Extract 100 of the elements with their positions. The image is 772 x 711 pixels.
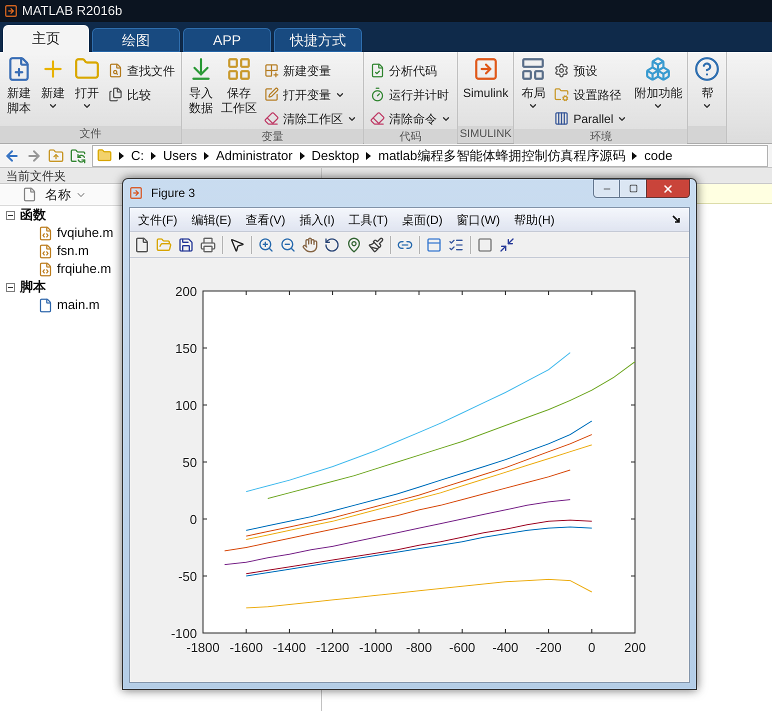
tick-label: -800	[406, 640, 432, 655]
help-icon	[694, 56, 720, 82]
ribbon-tab[interactable]: 主页	[3, 25, 89, 52]
tick-label: -1400	[272, 640, 306, 655]
rotate-icon	[324, 236, 340, 252]
tick-label: 50	[182, 455, 197, 470]
tick-label: 100	[175, 398, 197, 413]
toolstrip-button[interactable]: 设置路径	[550, 84, 632, 105]
section-label: 变量	[262, 130, 284, 145]
path-segment[interactable]: Administrator	[216, 146, 293, 166]
menu-item[interactable]: 查看(V)	[245, 210, 286, 228]
group-label: 脚本	[20, 278, 46, 296]
path-segment[interactable]: matlab编程多智能体蜂拥控制仿真程序源码	[378, 146, 626, 166]
file-item[interactable]: main.m	[38, 296, 100, 314]
collapse-icon[interactable]	[6, 210, 15, 220]
find-file-icon	[108, 63, 123, 78]
ribbon-tab[interactable]: APP	[183, 28, 271, 52]
toolstrip-button[interactable]: 帮	[690, 56, 724, 111]
data-cursor-icon	[346, 236, 362, 252]
path-segment[interactable]: code	[644, 146, 672, 166]
eraser-icon	[370, 111, 385, 126]
toolstrip-button[interactable]: 查找文件	[104, 60, 179, 81]
panel-title: 当前文件夹	[6, 168, 66, 184]
matlab-logo-icon	[4, 4, 18, 18]
file-item[interactable]: fsn.m	[38, 242, 89, 260]
tick-label: -1800	[186, 640, 220, 655]
toolstrip-button[interactable]: 导入 数据	[184, 56, 218, 116]
toolbar-button[interactable]	[499, 236, 515, 252]
menu-item[interactable]: 工具(T)	[348, 210, 388, 228]
file-item[interactable]: fvqiuhe.m	[38, 224, 114, 242]
dock-arrow-icon[interactable]	[672, 215, 681, 224]
file-item[interactable]: frqiuhe.m	[38, 260, 112, 278]
toolstrip-button[interactable]: Parallel	[550, 108, 632, 129]
path-segment[interactable]: Desktop	[312, 146, 360, 166]
tick-label: -1600	[230, 640, 263, 655]
tick-label: -200	[536, 640, 562, 655]
breadcrumb-arrow-icon	[366, 152, 372, 160]
tick-label: 150	[175, 341, 197, 356]
menu-item[interactable]: 文件(F)	[138, 210, 178, 228]
toolstrip-button[interactable]: Simulink	[460, 56, 512, 101]
toolstrip-button[interactable]: 打开变量	[260, 84, 361, 105]
legend-icon	[448, 236, 464, 252]
toolstrip-button[interactable]: 附加功能	[631, 56, 686, 111]
toolstrip-button[interactable]: 清除命令	[366, 108, 455, 129]
open-folder-icon	[156, 236, 172, 252]
path-segment[interactable]: Users	[163, 146, 197, 166]
function-file-icon	[38, 262, 53, 276]
eraser-icon	[264, 111, 279, 126]
toolstrip-button[interactable]: 新建 脚本	[2, 56, 36, 116]
toolstrip-button[interactable]: 新建	[36, 56, 70, 111]
toolstrip-button[interactable]: 比较	[104, 84, 179, 105]
matlab-logo-icon	[129, 186, 143, 200]
back-icon[interactable]	[4, 148, 20, 164]
window-title: Figure 3	[151, 185, 196, 202]
menu-item[interactable]: 插入(I)	[299, 210, 335, 228]
menu-item[interactable]: 桌面(D)	[402, 210, 443, 228]
path-segment[interactable]: C:	[131, 146, 144, 166]
tick-label: 0	[588, 640, 596, 655]
section-label: SIMULINK	[460, 127, 512, 142]
toolbar-button[interactable]	[134, 236, 150, 252]
maximize-icon	[628, 184, 638, 193]
toolstrip-button[interactable]: 保存 工作区	[218, 56, 260, 116]
maximize-button[interactable]	[620, 179, 646, 198]
tick-label: 0	[190, 512, 197, 527]
collapse-icon[interactable]	[6, 282, 15, 292]
column-header[interactable]: 名称	[45, 184, 87, 204]
toolstrip-button[interactable]: 分析代码	[366, 60, 455, 81]
analyze-icon	[370, 63, 385, 78]
grid-save-icon	[226, 56, 252, 82]
toolstrip-button[interactable]: 布局	[516, 56, 550, 111]
tick-label: -400	[492, 640, 518, 655]
folder-icon	[74, 56, 100, 82]
ribbon-tab[interactable]: 快捷方式	[274, 28, 362, 52]
menu-item[interactable]: 编辑(E)	[191, 210, 232, 228]
tick-label: -1200	[316, 640, 350, 655]
brush-icon	[368, 236, 384, 252]
toolstrip-button[interactable]: 打开	[70, 56, 104, 111]
close-icon	[662, 182, 674, 194]
toolstrip-button[interactable]: 预设	[550, 60, 632, 81]
zoom-in-icon	[258, 236, 274, 252]
section-label: 代码	[400, 130, 422, 145]
forward-icon[interactable]	[26, 148, 42, 164]
tick-label: -100	[170, 626, 197, 641]
toolstrip-button[interactable]: 清除工作区	[260, 108, 361, 129]
app-title: MATLAB R2016b	[22, 2, 122, 20]
toolbar-button[interactable]	[324, 236, 340, 252]
compare-icon	[108, 87, 123, 102]
menu-item[interactable]: 帮助(H)	[514, 210, 555, 228]
address-bar[interactable]: C: Users Administrator Desktop matlab编程多智能体蜂拥控制仿真程序源码 code	[92, 144, 768, 166]
breadcrumb-arrow-icon	[300, 152, 305, 160]
ribbon-tab[interactable]: 绘图	[92, 28, 180, 52]
toolbar-button[interactable]	[368, 236, 384, 252]
menu-item[interactable]: 窗口(W)	[456, 210, 500, 228]
toolstrip-button[interactable]: 新建变量	[260, 60, 361, 81]
toolbar-button[interactable]	[178, 236, 194, 252]
colorbar-icon	[426, 236, 442, 252]
close-button[interactable]	[646, 179, 690, 198]
folder-browse-icon[interactable]	[70, 148, 86, 164]
toolstrip-button[interactable]: 运行并计时	[366, 84, 455, 105]
toolbar-button[interactable]	[229, 236, 245, 252]
